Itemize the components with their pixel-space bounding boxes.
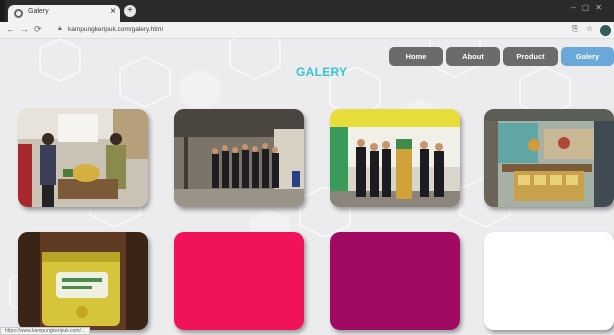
window-controls[interactable]: –▢✕: [571, 3, 608, 12]
photo-chips-pack-image: [18, 232, 148, 330]
gallery-photo-group-hall[interactable]: [174, 109, 304, 207]
gallery-tile-pink[interactable]: [174, 232, 304, 330]
photo-group-hall-image: [174, 109, 304, 207]
gallery-photo-chips-pack[interactable]: [18, 232, 148, 330]
page-viewport: GALERY Home About Product Galery: [0, 39, 614, 335]
globe-icon: [14, 9, 23, 18]
window-edge: [0, 0, 5, 22]
address-bar[interactable]: 🔒︎ kampungkeripuk.com/galery.html: [58, 24, 538, 37]
menu-product-button[interactable]: Product: [503, 47, 558, 66]
menu-home-button[interactable]: Home: [389, 47, 443, 66]
browser-toolbar: ← → ⟳ 🔒︎ kampungkeripuk.com/galery.html …: [0, 22, 614, 39]
menu-about-button[interactable]: About: [446, 47, 500, 66]
photo-group-banner-image: [330, 109, 460, 207]
back-arrow-icon[interactable]: ←: [6, 24, 15, 34]
profile-avatar[interactable]: [600, 25, 611, 36]
bookmark-star-icon[interactable]: ☆: [586, 24, 593, 33]
new-tab-button[interactable]: +: [124, 5, 136, 17]
translate-icon[interactable]: ⎘: [572, 24, 578, 34]
browser-tab[interactable]: Galery ×: [8, 5, 120, 22]
gallery-tile-magenta[interactable]: [330, 232, 460, 330]
gallery-photo-shop[interactable]: [484, 109, 614, 207]
close-tab-icon[interactable]: ×: [110, 6, 116, 17]
link-status-bar: https://www.kampungkeripuk.com/...: [0, 327, 91, 335]
menu-galery-button[interactable]: Galery: [561, 47, 614, 66]
page-title: GALERY: [296, 65, 348, 79]
tab-title: Galery: [28, 8, 49, 15]
gallery-photo-group-banner[interactable]: [330, 109, 460, 207]
photo-shop-image: [484, 109, 614, 207]
lock-icon: 🔒︎: [58, 25, 62, 32]
tile-magenta-fill: [330, 232, 460, 330]
tile-white-fill: [484, 232, 614, 330]
browser-tabstrip: Galery × + –▢✕: [0, 0, 614, 22]
reload-icon[interactable]: ⟳: [34, 24, 42, 35]
url-text: kampungkeripuk.com/galery.html: [68, 26, 163, 33]
gallery-photo-handshake[interactable]: [18, 109, 148, 207]
tile-pink-fill: [174, 232, 304, 330]
gallery-tile-white[interactable]: [484, 232, 614, 330]
forward-arrow-icon[interactable]: →: [20, 24, 29, 34]
photo-handshake-image: [18, 109, 148, 207]
